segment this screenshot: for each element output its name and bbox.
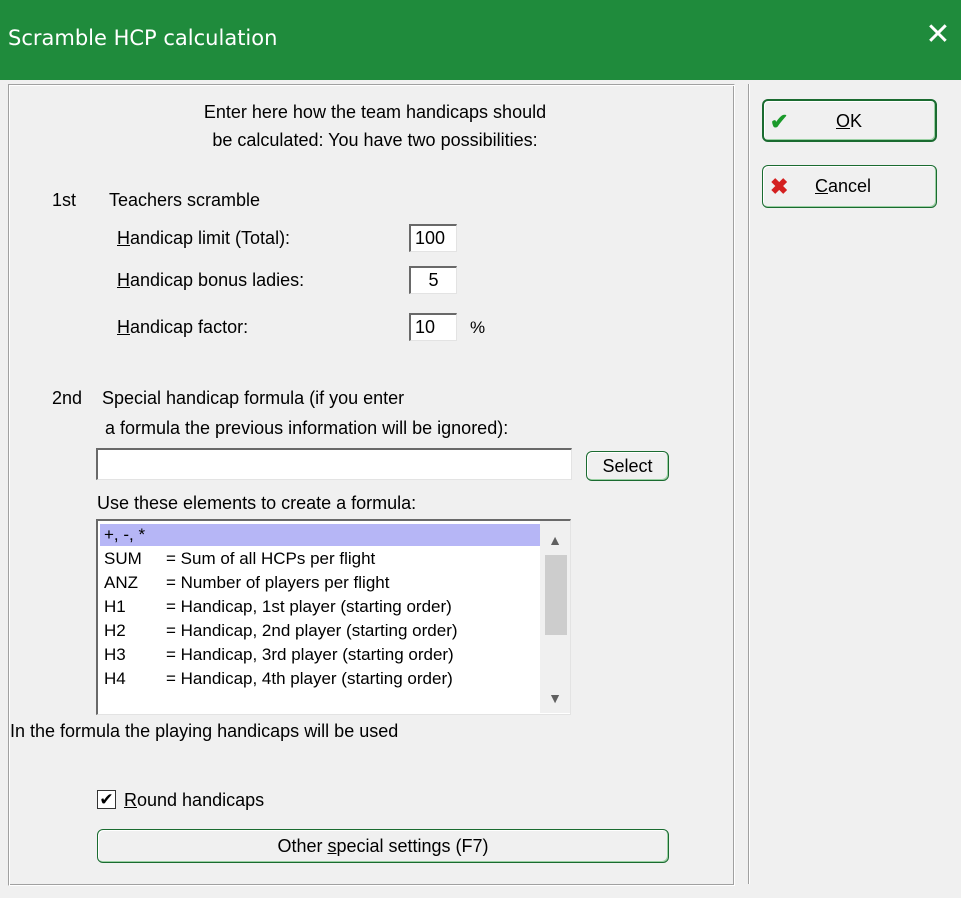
ok-label: OK (836, 111, 863, 131)
section-2-number: 2nd (52, 388, 83, 408)
handicap-limit-input[interactable]: 100 (409, 224, 457, 252)
formula-note: In the formula the playing handicaps wil… (10, 721, 399, 741)
handicap-bonus-input[interactable]: 5 (409, 266, 457, 294)
cancel-label: Cancel (815, 176, 872, 196)
intro-line-1: Enter here how the team handicaps should (203, 102, 547, 122)
section-1-number: 1st (52, 190, 77, 210)
scroll-up-icon[interactable]: ▲ (540, 525, 570, 555)
section-1-heading: Teachers scramble (109, 190, 261, 210)
close-icon[interactable]: ✕ (921, 18, 955, 52)
window-title: Scramble HCP calculation (8, 26, 278, 50)
list-item[interactable]: H2 = Handicap, 2nd player (starting order… (100, 620, 541, 642)
cancel-x-icon: ✖ (770, 174, 789, 199)
section-2-line-2: a formula the previous information will … (105, 418, 509, 438)
formula-elements-list[interactable]: +, -, * SUM = Sum of all HCPs per flight … (96, 519, 571, 715)
list-scrollbar[interactable]: ▲ ▼ (540, 521, 570, 713)
handicap-factor-label: Handicap factor: (117, 317, 249, 337)
handicap-bonus-label: Handicap bonus ladies: (117, 270, 305, 290)
check-icon: ✔ (770, 109, 789, 134)
cancel-button[interactable]: ✖ Cancel (762, 165, 937, 208)
ok-button[interactable]: ✔ OK (762, 99, 937, 142)
other-special-settings-button[interactable]: Other special settings (F7) (97, 829, 669, 863)
list-item[interactable]: H3 = Handicap, 3rd player (starting order… (100, 644, 541, 666)
scroll-thumb[interactable] (545, 555, 567, 635)
formula-input[interactable] (96, 448, 572, 480)
round-handicaps-checkbox[interactable]: ✔ (97, 790, 116, 809)
select-button[interactable]: Select (586, 451, 669, 481)
list-item[interactable]: H1 = Handicap, 1st player (starting order… (100, 596, 541, 618)
section-2-line-1: Special handicap formula (if you enter (102, 388, 405, 408)
scroll-down-icon[interactable]: ▼ (540, 683, 570, 713)
percent-unit: % (470, 318, 486, 337)
intro-line-2: be calculated: You have two possibilitie… (212, 130, 538, 150)
elements-label: Use these elements to create a formula: (97, 493, 417, 513)
round-handicaps-label[interactable]: Round handicaps (124, 790, 264, 811)
handicap-limit-label: Handicap limit (Total): (117, 228, 291, 248)
list-item[interactable]: ANZ = Number of players per flight (100, 572, 541, 594)
title-bar: Scramble HCP calculation ✕ (0, 0, 961, 80)
handicap-factor-input[interactable]: 10 (409, 313, 457, 341)
list-item[interactable]: +, -, * (100, 524, 541, 546)
list-item[interactable]: H4 = Handicap, 4th player (starting order… (100, 668, 541, 690)
list-item[interactable]: SUM = Sum of all HCPs per flight (100, 548, 541, 570)
